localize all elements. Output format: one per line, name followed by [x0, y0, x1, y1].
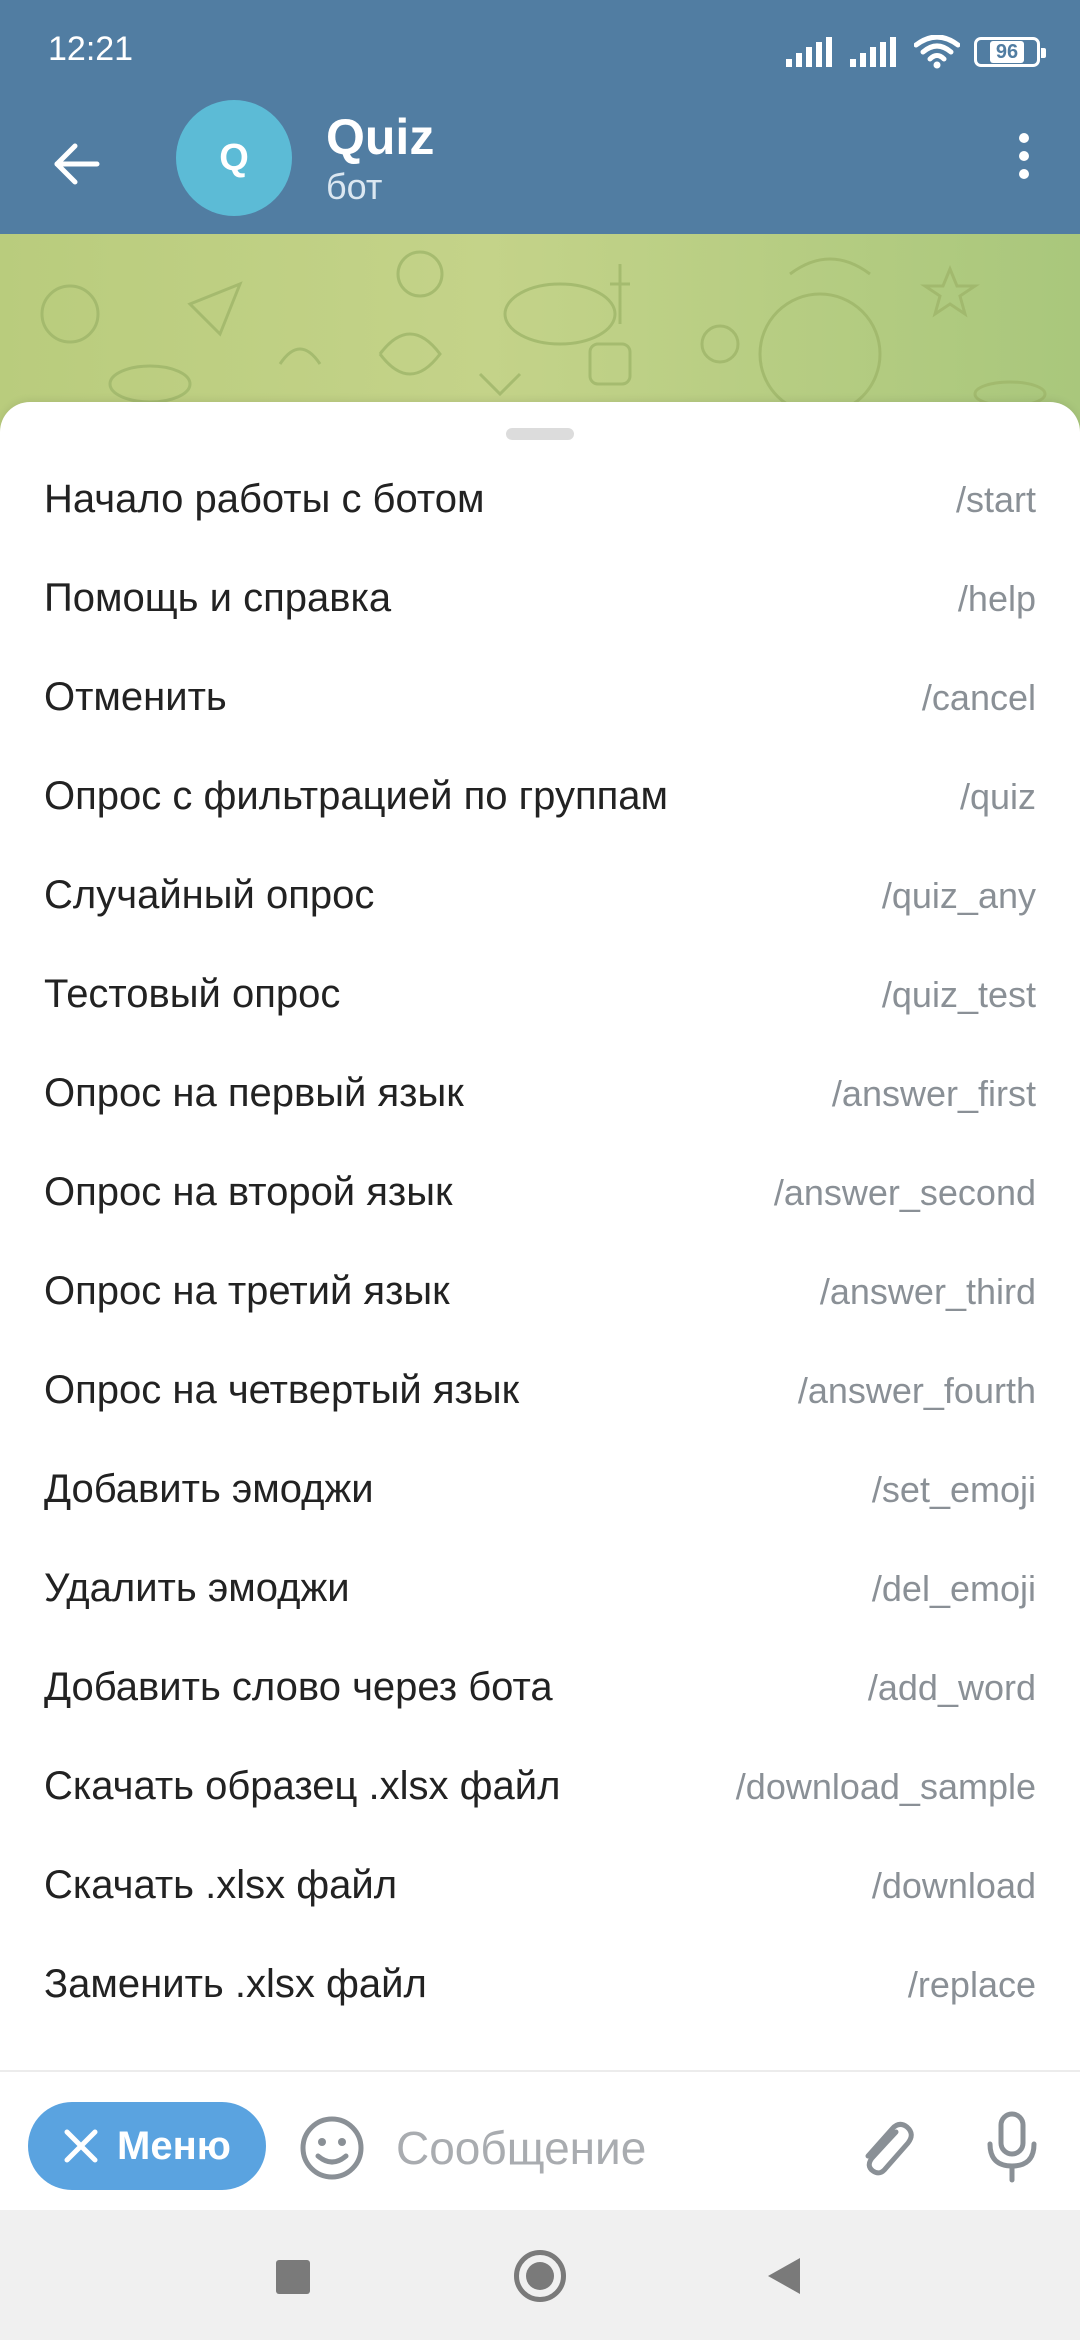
command-row[interactable]: Опрос на первый язык /answer_first [0, 1044, 1080, 1143]
command-description: Отменить [44, 675, 227, 719]
message-input[interactable] [396, 2112, 826, 2184]
command-description: Заменить .xlsx файл [44, 1962, 427, 2006]
message-input-bar: Меню [0, 2070, 1080, 2210]
battery-icon: 96 [974, 37, 1046, 67]
command-description: Опрос на второй язык [44, 1170, 453, 1214]
command-description: Случайный опрос [44, 873, 375, 917]
chat-header: 12:21 96 Q Quiz бот [0, 0, 1080, 234]
command-row[interactable]: Опрос с фильтрацией по группам /quiz [0, 747, 1080, 846]
attach-button[interactable] [848, 2112, 920, 2184]
command-name: /del_emoji [871, 1567, 1036, 1609]
more-vertical-icon [1019, 133, 1029, 179]
command-name: /answer_third [819, 1270, 1036, 1312]
status-bar: 12:21 96 [0, 0, 1080, 100]
command-row[interactable]: Отменить /cancel [0, 648, 1080, 747]
status-icons: 96 [786, 30, 1046, 74]
command-description: Начало работы с ботом [44, 477, 485, 521]
command-description: Добавить эмоджи [44, 1467, 374, 1511]
command-row[interactable]: Добавить слово через бота /add_word [0, 1638, 1080, 1737]
command-name: /quiz [959, 775, 1036, 817]
microphone-icon [987, 2111, 1037, 2183]
command-description: Опрос на четвертый язык [44, 1368, 520, 1412]
battery-level: 96 [989, 41, 1025, 63]
more-button[interactable] [988, 120, 1060, 192]
bot-menu-button[interactable]: Меню [28, 2102, 266, 2190]
command-row[interactable]: Случайный опрос /quiz_any [0, 846, 1080, 945]
command-name: /answer_first [831, 1072, 1036, 1114]
app-bar: Q Quiz бот [0, 100, 1080, 234]
circle-icon[interactable] [514, 2250, 566, 2302]
command-row[interactable]: Помощь и справка /help [0, 549, 1080, 648]
command-name: /quiz_any [881, 874, 1036, 916]
bot-commands-sheet: Начало работы с ботом /start Помощь и сп… [0, 402, 1080, 2070]
command-description: Помощь и справка [44, 576, 392, 620]
command-row[interactable]: Тестовый опрос /quiz_test [0, 945, 1080, 1044]
command-name: /cancel [921, 676, 1036, 718]
command-row[interactable]: Добавить эмоджи /set_emoji [0, 1440, 1080, 1539]
back-button[interactable] [36, 124, 116, 204]
command-row[interactable]: Скачать .xlsx файл /download [0, 1836, 1080, 1935]
command-row[interactable]: Заменить .xlsx файл /replace [0, 1935, 1080, 2034]
system-nav-bar [0, 2210, 1080, 2340]
signal-icon [850, 37, 900, 67]
command-name: /set_emoji [871, 1468, 1036, 1510]
command-description: Скачать .xlsx файл [44, 1863, 398, 1907]
command-row[interactable]: Опрос на второй язык /answer_second [0, 1143, 1080, 1242]
close-icon [64, 2129, 98, 2163]
command-row[interactable]: Скачать образец .xlsx файл /download_sam… [0, 1737, 1080, 1836]
command-name: /replace [907, 1963, 1036, 2005]
avatar[interactable]: Q [176, 100, 292, 216]
command-row[interactable]: Удалить эмоджи /del_emoji [0, 1539, 1080, 1638]
command-name: /help [957, 577, 1036, 619]
command-description: Удалить эмоджи [44, 1566, 350, 1610]
triangle-back-icon[interactable] [764, 2254, 804, 2298]
command-name: /download [871, 1864, 1036, 1906]
microphone-button[interactable] [976, 2110, 1048, 2186]
command-row[interactable]: Опрос на четвертый язык /answer_fourth [0, 1341, 1080, 1440]
command-description: Тестовый опрос [44, 972, 341, 1016]
status-time: 12:21 [48, 30, 134, 68]
command-description: Добавить слово через бота [44, 1665, 553, 1709]
menu-label: Меню [117, 2123, 231, 2168]
command-description: Опрос на третий язык [44, 1269, 450, 1313]
command-description: Опрос с фильтрацией по группам [44, 774, 669, 818]
chat-subtitle: бот [326, 166, 383, 207]
smile-icon [300, 2116, 364, 2180]
drag-handle[interactable] [506, 428, 574, 440]
paperclip-icon [865, 2121, 914, 2176]
command-name: /download_sample [735, 1765, 1036, 1807]
wifi-icon [914, 35, 960, 69]
signal-icon [786, 37, 836, 67]
command-description: Скачать образец .xlsx файл [44, 1764, 561, 1808]
screen: 12:21 96 Q Quiz бот Начало работы с бото… [0, 0, 1080, 2340]
arrow-left-icon [54, 143, 100, 185]
emoji-button[interactable] [296, 2112, 368, 2184]
command-row[interactable]: Опрос на третий язык /answer_third [0, 1242, 1080, 1341]
square-icon[interactable] [276, 2260, 310, 2294]
command-name: /quiz_test [881, 973, 1036, 1015]
command-description: Опрос на первый язык [44, 1071, 464, 1115]
command-row[interactable]: Начало работы с ботом /start [0, 450, 1080, 549]
command-list: Начало работы с ботом /start Помощь и сп… [0, 450, 1080, 2034]
chat-title[interactable]: Quiz [326, 108, 434, 166]
home-dot [526, 2262, 554, 2290]
command-name: /start [955, 478, 1036, 520]
command-name: /answer_fourth [797, 1369, 1036, 1411]
command-name: /answer_second [773, 1171, 1036, 1213]
command-name: /add_word [867, 1666, 1036, 1708]
